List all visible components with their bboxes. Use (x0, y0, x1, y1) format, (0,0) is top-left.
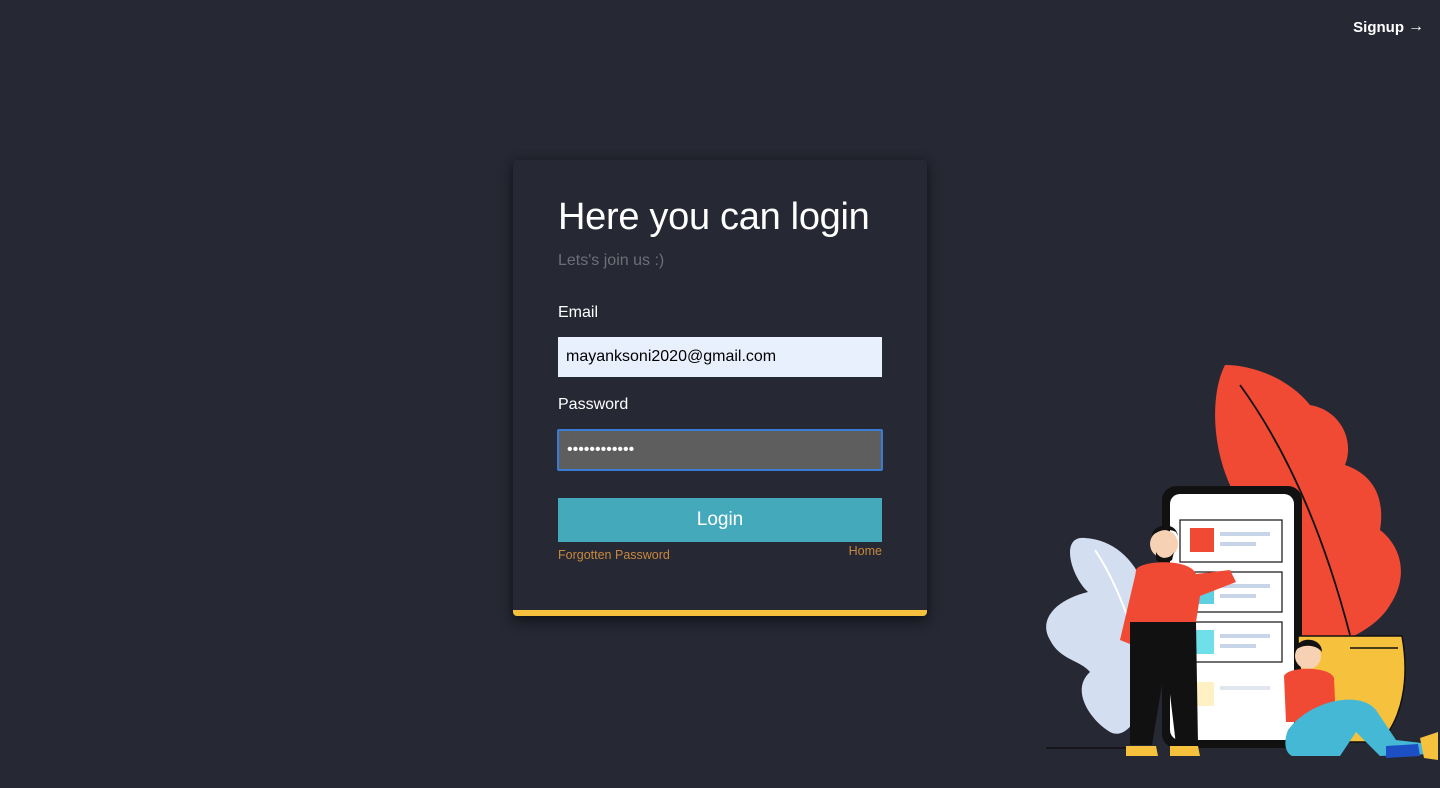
man-head (1150, 530, 1178, 558)
page-subtitle: Lets's join us :) (558, 252, 665, 269)
login-button[interactable]: Login (558, 498, 882, 542)
boy-shoe (1420, 732, 1438, 760)
man-shoe (1170, 746, 1200, 756)
boy-sock (1386, 744, 1420, 758)
people-with-phone-and-plant-illustration (1046, 365, 1438, 760)
password-field[interactable] (557, 429, 883, 471)
email-label: Email (558, 304, 599, 321)
home-link[interactable]: Home (849, 544, 882, 558)
page-title: Here you can login (558, 196, 870, 238)
screen-card-line (1220, 644, 1256, 648)
screen-card-line (1220, 634, 1270, 638)
man-shoe (1126, 746, 1158, 756)
screen-card-line (1220, 686, 1270, 690)
signup-link[interactable]: Signup → (1353, 18, 1424, 36)
login-card: Here you can login Lets's join us :) Ema… (513, 160, 927, 616)
screen-card-line (1220, 542, 1256, 546)
password-label: Password (558, 396, 629, 413)
email-field[interactable] (558, 337, 882, 377)
arrow-right-icon: → (1408, 18, 1424, 35)
signup-label: Signup (1353, 18, 1404, 36)
screen-card-thumb (1190, 528, 1214, 552)
screen-card-line (1220, 594, 1256, 598)
screen-card-line (1220, 532, 1270, 536)
forgot-password-link[interactable]: Forgotten Password (558, 548, 670, 562)
